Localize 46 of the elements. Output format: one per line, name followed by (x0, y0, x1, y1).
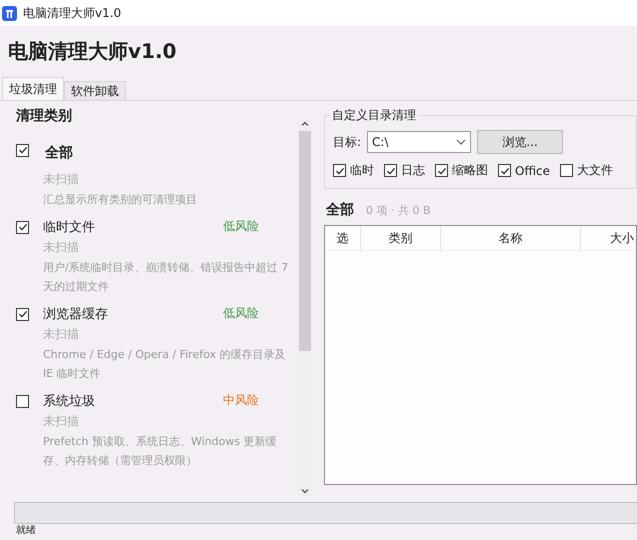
chevron-down-icon (456, 139, 466, 145)
risk-label: 低风险 (223, 305, 259, 322)
column-header[interactable]: 选 (325, 226, 361, 250)
option-label: 日志 (401, 162, 425, 179)
results-title: 全部 (326, 201, 354, 219)
window-title: 电脑清理大师v1.0 (23, 4, 122, 22)
risk-label: 低风险 (223, 218, 259, 235)
tab[interactable]: 软件卸载 (64, 81, 126, 100)
target-label: 目标: (333, 134, 362, 150)
scan-status: 未扫描 (43, 413, 80, 430)
checkbox[interactable] (16, 394, 29, 408)
category-name: 全部 (45, 144, 74, 162)
checkbox[interactable] (333, 164, 346, 177)
option-label: Office (515, 164, 550, 178)
category-name: 临时文件 (43, 219, 96, 236)
option-label: 临时 (350, 162, 374, 179)
category-name: 浏览器缓存 (43, 306, 109, 323)
category-description: 用户/系统临时目录、崩溃转储、错误报告中超过 7 天的过期文件 (43, 260, 290, 295)
browse-button[interactable]: 浏览... (477, 130, 564, 154)
section-heading: 清理类别 (16, 107, 72, 125)
category-description: 汇总显示所有类别的可清理项目 (43, 192, 198, 208)
category-description: Chrome / Edge / Opera / Firefox 的缓存目录及 IE 临时文件 (43, 347, 286, 382)
group-title: 自定义目录清理 (331, 107, 417, 124)
column-header[interactable]: 大小 (581, 226, 636, 250)
scan-status: 未扫描 (43, 239, 80, 256)
checkbox[interactable] (16, 308, 29, 320)
tab[interactable]: 垃圾清理 (2, 77, 64, 100)
checkbox[interactable] (16, 144, 29, 156)
category-name: 系统垃圾 (43, 393, 96, 410)
results-summary: 0 项 · 共 0 B (366, 203, 431, 218)
checkbox[interactable] (384, 164, 397, 177)
option-label: 缩略图 (452, 162, 488, 179)
category-description: Prefetch 预读取、系统日志、Windows 更新缓存、内存转储（需管理员权限） (43, 434, 278, 469)
scan-status: 未扫描 (43, 326, 80, 343)
checkbox[interactable] (560, 164, 574, 177)
checkbox[interactable] (16, 220, 29, 234)
app-title: 电脑清理大师v1.0 (8, 38, 176, 64)
target-dropdown[interactable]: C:\ (367, 131, 472, 153)
option-label: 大文件 (577, 162, 614, 179)
column-header[interactable]: 类别 (361, 226, 441, 250)
checkbox[interactable] (435, 164, 448, 177)
status-text: 就绪 (15, 524, 37, 536)
scan-status: 未扫描 (43, 171, 80, 188)
column-header[interactable]: 名称 (441, 226, 581, 250)
checkbox[interactable] (498, 164, 511, 177)
risk-label: 中风险 (223, 392, 259, 409)
